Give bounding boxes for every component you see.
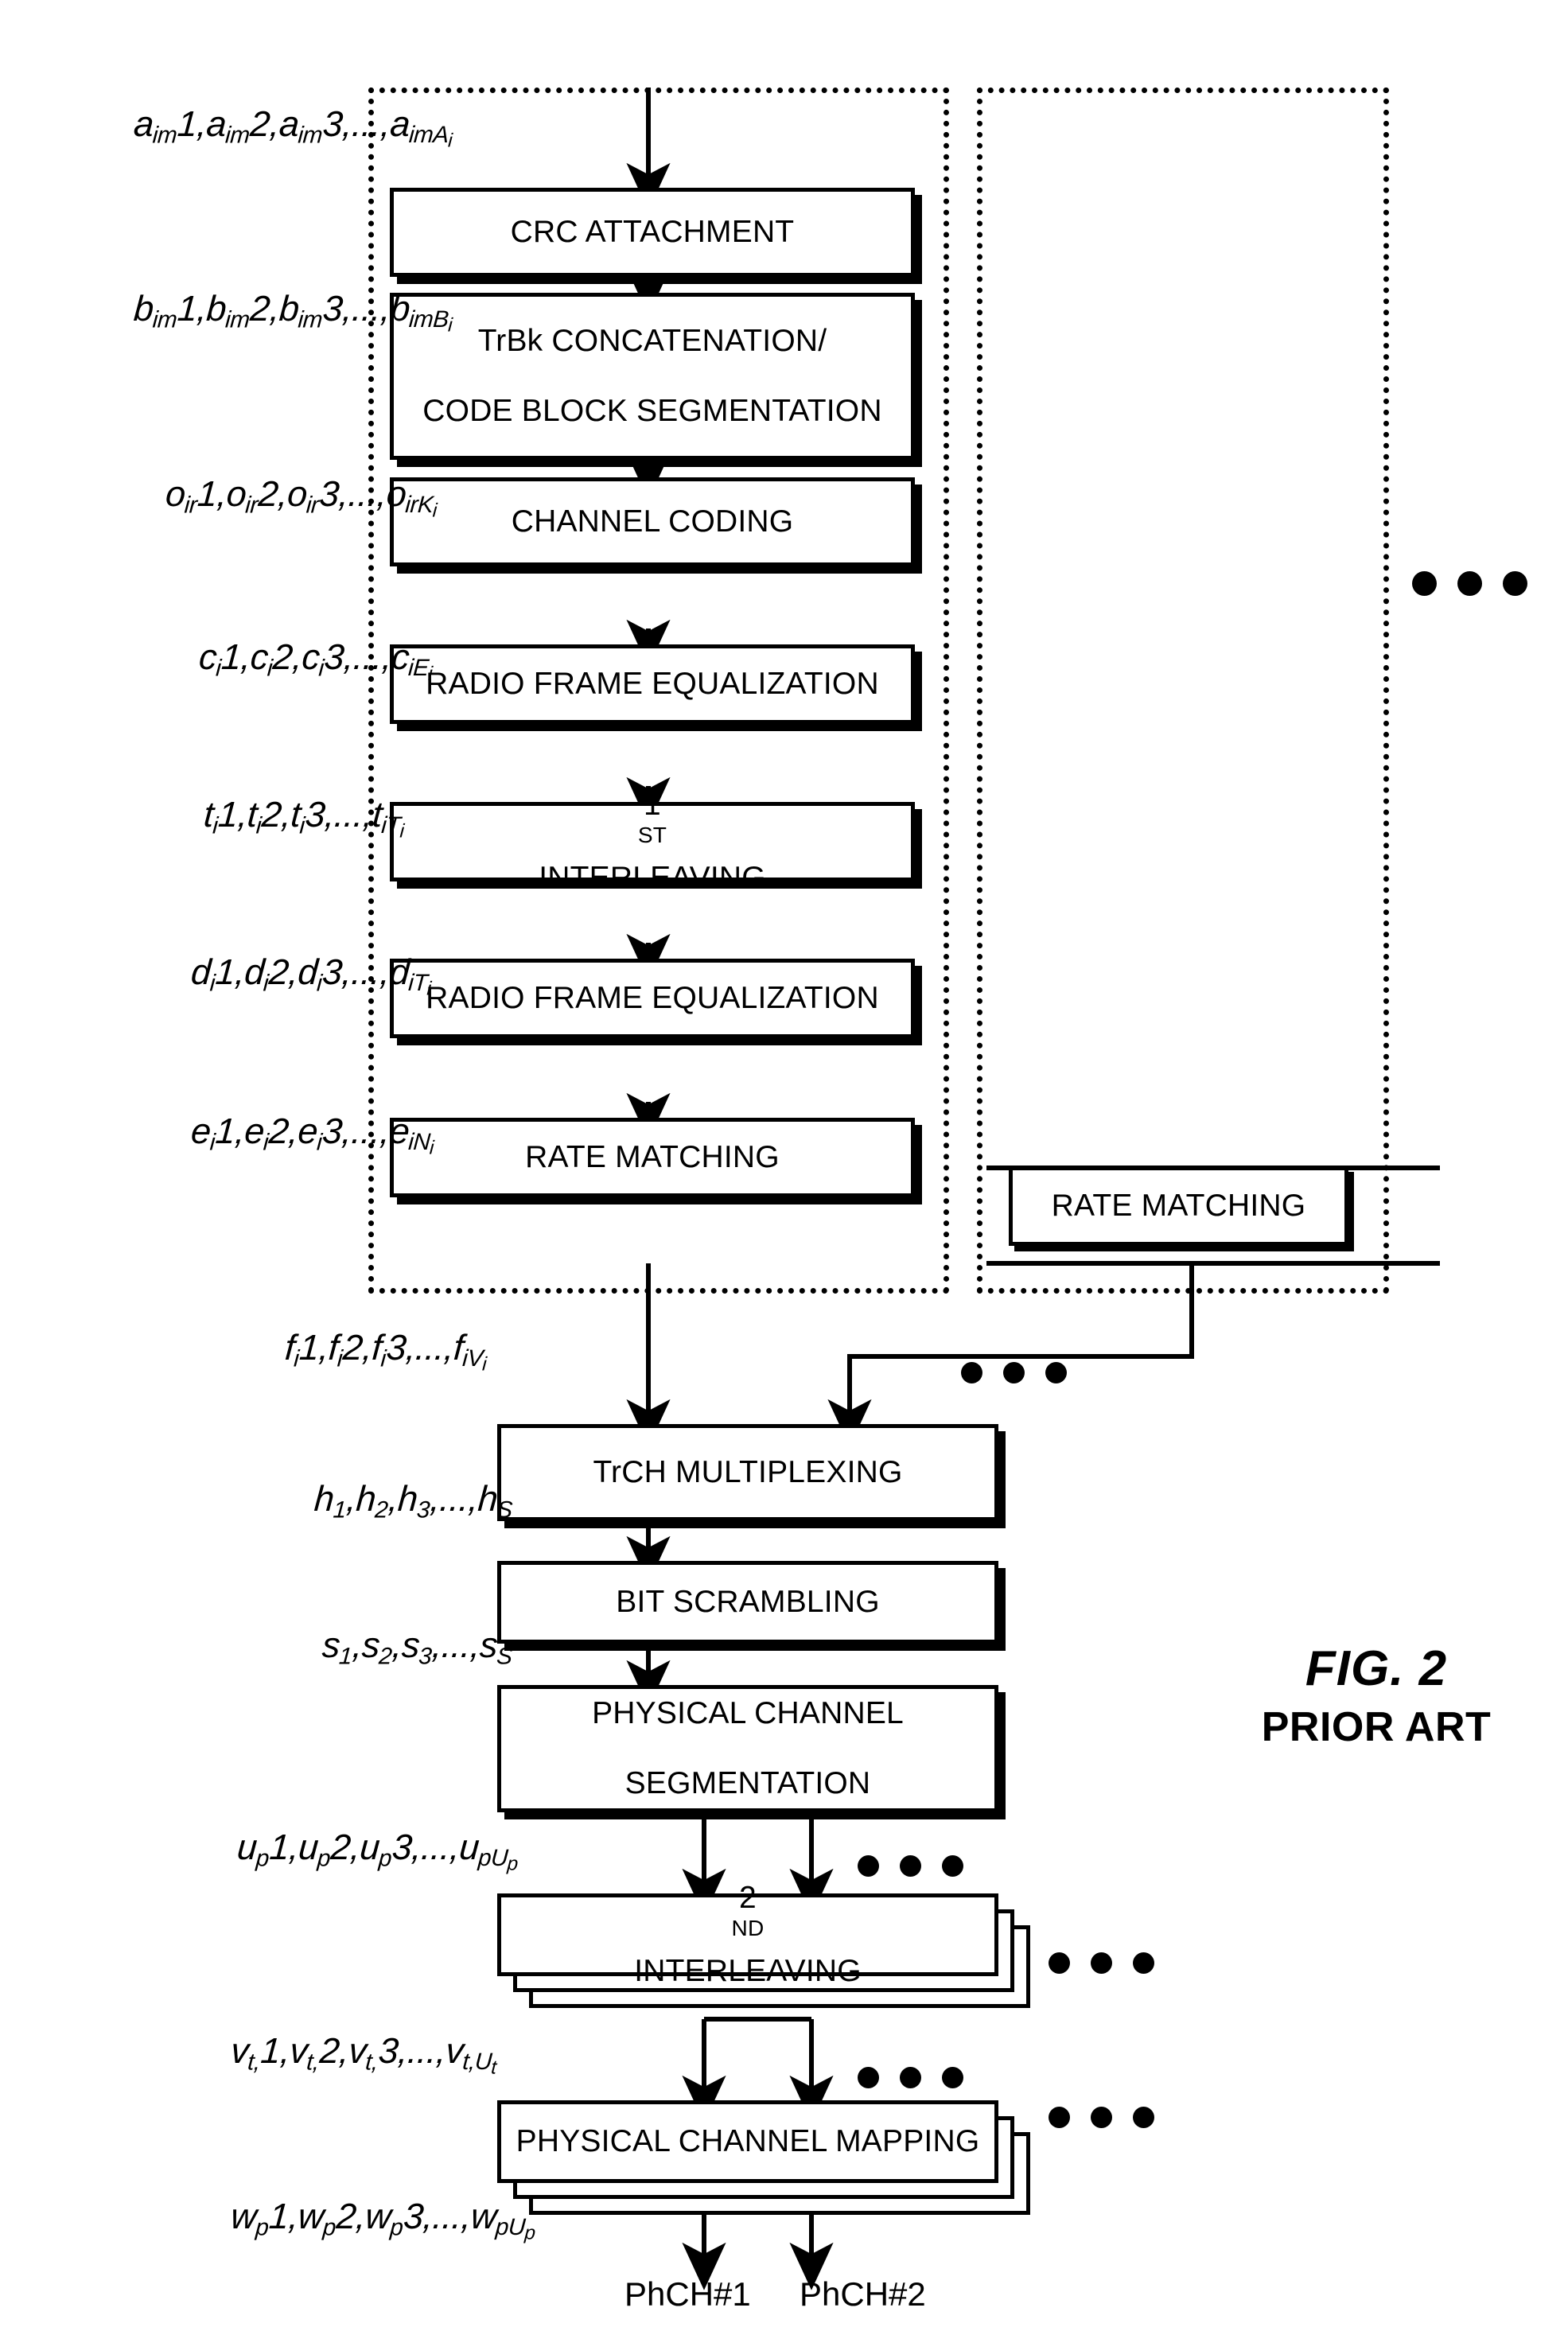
block-second-interleaving[interactable]: 2 ND INTERLEAVING	[497, 1881, 998, 1988]
block-intl1-label-pre: 1	[644, 788, 661, 822]
block-channel-coding-label: CHANNEL CODING	[511, 504, 794, 539]
block-pcmap-label: PHYSICAL CHANNEL MAPPING	[516, 2124, 980, 2159]
signal-label-c: ci1,ci2,ci3,...,ciEi	[197, 636, 434, 685]
figure-canvas: CRC ATTACHMENT TrBk CONCATENATION/ CODE …	[0, 0, 1568, 2331]
block-intl1-label-post: INTERLEAVING	[539, 861, 766, 896]
block-pcseg-label-line1: PHYSICAL CHANNEL	[592, 1696, 904, 1731]
signal-label-h: h1,h2,h3,...,hS	[313, 1478, 513, 1524]
block-pcseg-label-line2: SEGMENTATION	[624, 1765, 871, 1800]
block-rate-matching-1[interactable]: RATE MATCHING	[390, 1118, 915, 1197]
block-trch-multiplexing[interactable]: TrCH MULTIPLEXING	[497, 1424, 998, 1521]
block-rfe2-label: RADIO FRAME EQUALIZATION	[426, 981, 879, 1016]
block-rate-matching-2-label: RATE MATCHING	[1051, 1189, 1306, 1224]
signal-label-d: di1,di2,di3,...,diTi	[189, 951, 432, 1000]
ellipsis-pcseg-out-repeat	[858, 1855, 963, 1877]
block-rate-matching-1-label: RATE MATCHING	[525, 1140, 780, 1175]
block-channel-coding[interactable]: CHANNEL CODING	[390, 477, 915, 566]
block-crc-attachment[interactable]: CRC ATTACHMENT	[390, 188, 915, 277]
ellipsis-rm-repeat	[858, 2067, 963, 2088]
block-trbk-concatenation[interactable]: TrBk CONCATENATION/ CODE BLOCK SEGMENTAT…	[390, 293, 915, 460]
figure-title: FIG. 2	[1305, 1641, 1448, 1696]
signal-label-a: aim1,aim2,aim3,...,aimAi	[132, 103, 453, 152]
block-bit-scrambling-label: BIT SCRAMBLING	[616, 1585, 880, 1620]
output-label-phch1: PhCH#1	[624, 2275, 751, 2313]
signal-label-w: wp1,wp2,wp3,...,wpUp	[229, 2196, 536, 2244]
block-crc-attachment-label: CRC ATTACHMENT	[510, 215, 795, 250]
block-intl2-label-pre: 2	[739, 1881, 757, 1915]
block-intl2-label-sup: ND	[731, 1915, 765, 1940]
block-physical-channel-segmentation[interactable]: PHYSICAL CHANNEL SEGMENTATION	[497, 1685, 998, 1812]
signal-label-s: s1,s2,s3,...,sS	[321, 1625, 513, 1670]
figure-caption: FIG. 2 PRIOR ART	[1225, 1640, 1527, 1751]
signal-label-t: ti1,ti2,ti3,...,tiTi	[202, 794, 405, 843]
block-radio-frame-equalization-2[interactable]: RADIO FRAME EQUALIZATION	[390, 959, 915, 1038]
figure-subtitle: PRIOR ART	[1261, 1704, 1492, 1750]
signal-label-v: vt,1,vt,2,vt,3,...,vt,Ut	[229, 2030, 497, 2079]
signal-label-o: oir1,oir2,oir3,...,oirKi	[164, 473, 438, 522]
ellipsis-pcmap-repeat	[1049, 2107, 1154, 2128]
block-bit-scrambling[interactable]: BIT SCRAMBLING	[497, 1561, 998, 1644]
block-rate-matching-2[interactable]: RATE MATCHING	[1009, 1166, 1348, 1246]
trch-group-2-boundary	[977, 88, 1389, 1294]
ellipsis-mux-input-repeat	[961, 1362, 1067, 1383]
block-intl1-label-sup: ST	[637, 822, 667, 847]
block-physical-channel-mapping[interactable]: PHYSICAL CHANNEL MAPPING	[497, 2100, 998, 2183]
ellipsis-trch-repeat-right	[1412, 571, 1527, 596]
block-radio-frame-equalization-1[interactable]: RADIO FRAME EQUALIZATION	[390, 644, 915, 724]
signal-label-e: ei1,ei2,ei3,...,eiNi	[189, 1111, 434, 1159]
block-rfe1-label: RADIO FRAME EQUALIZATION	[426, 667, 879, 702]
block-trbk-label-line1: TrBk CONCATENATION/	[477, 324, 827, 359]
block-intl2-label-post: INTERLEAVING	[634, 1954, 862, 1989]
block-trbk-label-line2: CODE BLOCK SEGMENTATION	[422, 393, 882, 428]
block-first-interleaving[interactable]: 1 ST INTERLEAVING	[390, 788, 915, 895]
output-label-phch2: PhCH#2	[800, 2275, 926, 2313]
signal-label-f: fi1,fi2,fi3,...,fiVi	[283, 1327, 488, 1376]
signal-label-u: up1,up2,up3,...,upUp	[235, 1827, 519, 1875]
block-trch-multiplexing-label: TrCH MULTIPLEXING	[593, 1455, 903, 1490]
signal-label-b: bim1,bim2,bim3,...,bimBi	[132, 288, 453, 337]
ellipsis-intl2-repeat	[1049, 1952, 1154, 1974]
